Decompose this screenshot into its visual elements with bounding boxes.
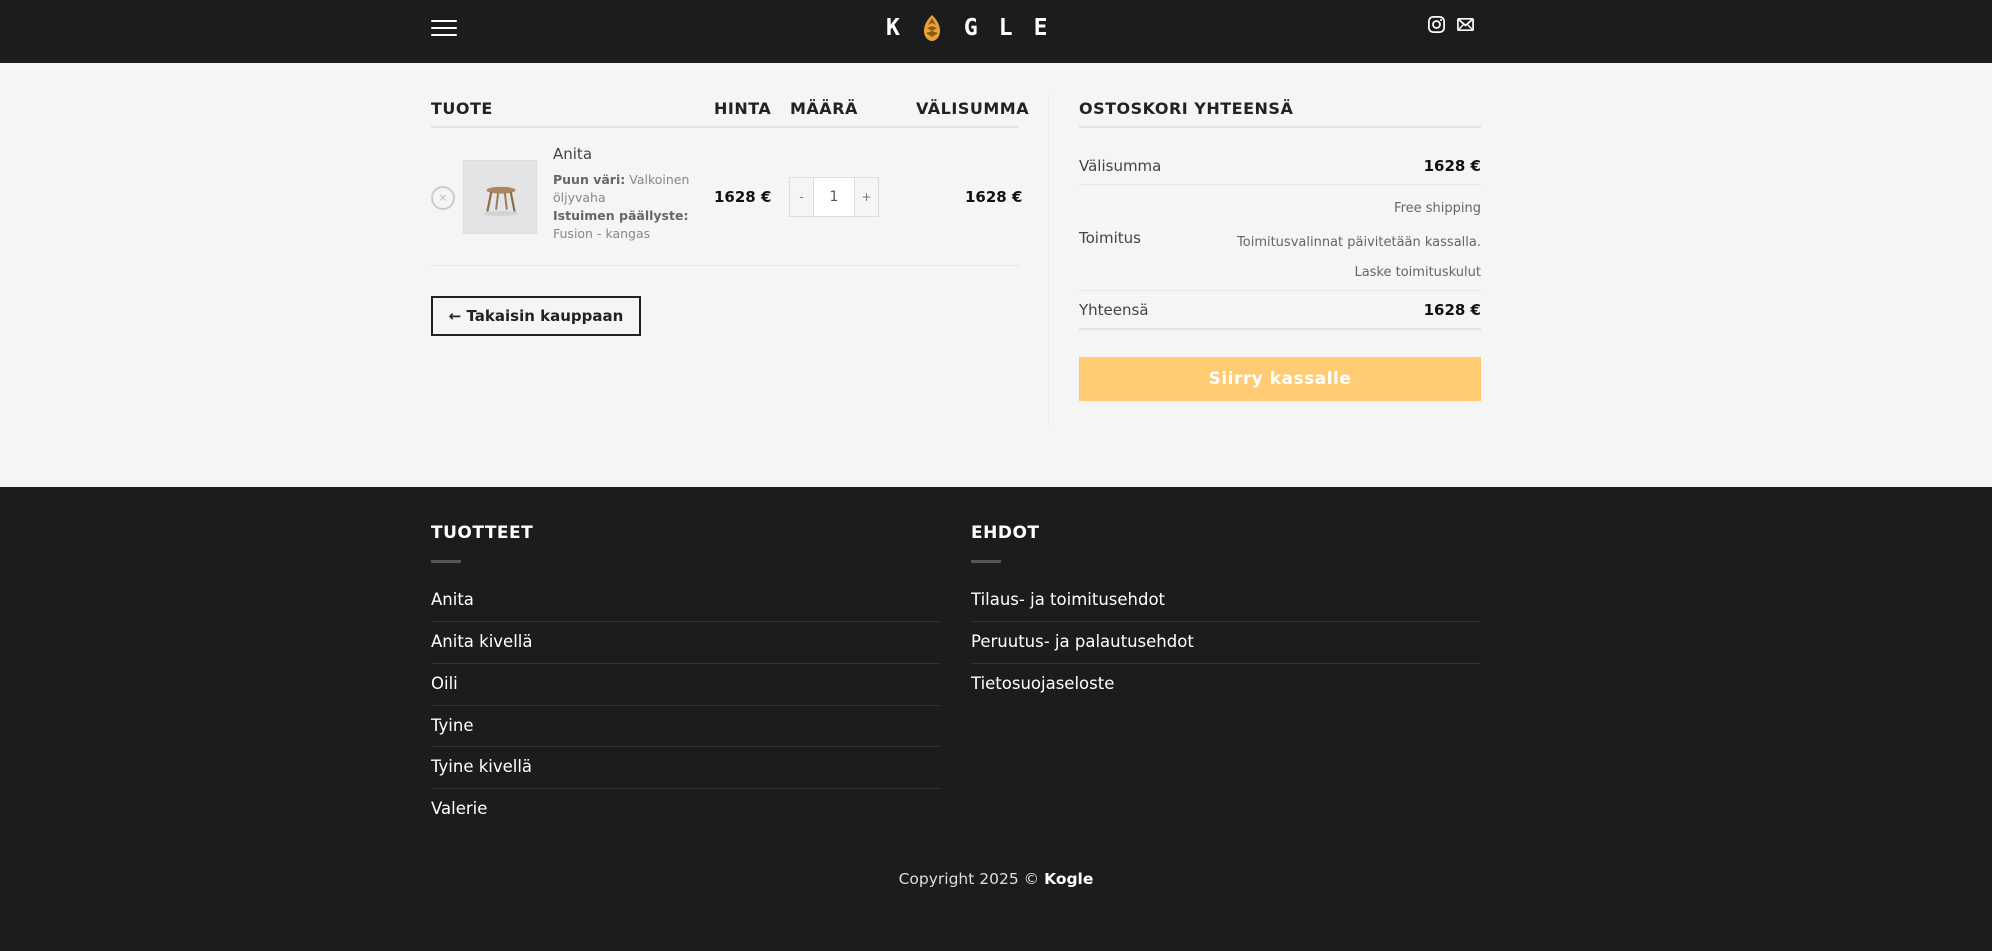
footer-link-divider — [431, 621, 940, 622]
footer-link-divider — [431, 705, 940, 706]
column-header-price: HINTA — [714, 99, 772, 118]
product-variation: Puun väri: Valkoinen öljyvaha Istuimen p… — [553, 172, 690, 241]
site-logo[interactable]: K G L E — [886, 13, 1047, 43]
copyright-prefix: Copyright 2025 © — [898, 870, 1040, 888]
item-subtotal: 1628 € — [965, 188, 1023, 206]
hamburger-icon-bar — [431, 20, 457, 22]
totals-row-divider — [1079, 184, 1481, 185]
item-price: 1628 € — [714, 188, 772, 206]
footer-link-privacy-policy[interactable]: Tietosuojaseloste — [971, 674, 1114, 693]
hamburger-icon-bar — [431, 27, 457, 29]
column-header-quantity: MÄÄRÄ — [790, 99, 858, 118]
footer-link-divider — [431, 663, 940, 664]
totals-bottom-divider — [1079, 328, 1481, 330]
footer-products-heading: TUOTTEET — [431, 523, 534, 543]
shipping-method-free: Free shipping — [1394, 201, 1481, 216]
shipping-label: Toimitus — [1079, 229, 1141, 247]
footer-link-valerie[interactable]: Valerie — [431, 799, 487, 818]
totals-header-divider — [1079, 126, 1481, 128]
variation-label-wood-color: Puun väri — [553, 172, 621, 187]
back-to-shop-button[interactable]: ← Takaisin kauppaan — [431, 296, 641, 336]
footer-heading-underline — [431, 560, 461, 563]
footer-link-return-terms[interactable]: Peruutus- ja palautusehdot — [971, 632, 1194, 651]
footer-link-order-terms[interactable]: Tilaus- ja toimitusehdot — [971, 590, 1165, 609]
copyright-text: Copyright 2025 © Kogle — [0, 870, 1992, 888]
quantity-input[interactable]: 1 — [814, 177, 854, 217]
quantity-increase-button[interactable]: + — [854, 177, 879, 217]
footer-link-divider — [971, 621, 1481, 622]
footer-link-tyine[interactable]: Tyine — [431, 716, 473, 735]
product-name-link[interactable]: Anita — [553, 145, 592, 163]
column-header-product: TUOTE — [431, 99, 493, 118]
footer-link-oili[interactable]: Oili — [431, 674, 458, 693]
quantity-decrease-button[interactable]: - — [789, 177, 814, 217]
footer-link-divider — [431, 788, 940, 789]
footer-link-divider — [431, 746, 940, 747]
cart-row-divider — [431, 265, 1019, 266]
quantity-stepper: - 1 + — [789, 177, 879, 217]
remove-item-button[interactable]: × — [431, 186, 455, 210]
pine-cone-logo-icon — [923, 15, 940, 41]
footer-heading-underline — [971, 560, 1001, 563]
column-header-subtotal: VÄLISUMMA — [916, 99, 1030, 118]
subtotal-label: Välisumma — [1079, 157, 1162, 175]
product-thumbnail[interactable] — [463, 160, 537, 234]
site-header: K G L E — [0, 0, 1992, 63]
table-header-divider — [431, 126, 1019, 128]
footer-link-divider — [971, 663, 1481, 664]
variation-value-seat-cover: Fusion - kangas — [553, 226, 651, 241]
calculate-shipping-link[interactable]: Laske toimituskulut — [1354, 265, 1481, 280]
logo-letter-g: G — [963, 15, 978, 41]
cart-totals-heading: OSTOSKORI YHTEENSÄ — [1079, 99, 1294, 118]
envelope-icon[interactable] — [1456, 15, 1475, 34]
footer-terms-heading: EHDOT — [971, 523, 1040, 543]
variation-label-seat-cover: Istuimen päällyste — [553, 208, 684, 223]
copyright-brand: Kogle — [1044, 870, 1094, 888]
social-links — [1427, 15, 1475, 34]
total-label: Yhteensä — [1079, 301, 1149, 319]
column-divider — [1048, 95, 1049, 427]
footer-link-anita-kivella[interactable]: Anita kivellä — [431, 632, 533, 651]
instagram-icon[interactable] — [1427, 15, 1446, 34]
logo-letter-l: L — [998, 15, 1013, 41]
totals-row-divider — [1079, 290, 1481, 291]
logo-letter-k: K — [886, 15, 900, 41]
footer-link-anita[interactable]: Anita — [431, 590, 474, 609]
shipping-note: Toimitusvalinnat päivitetään kassalla. — [1237, 235, 1481, 250]
logo-letter-e: E — [1033, 15, 1048, 41]
proceed-to-checkout-button[interactable]: Siirry kassalle — [1079, 357, 1481, 401]
total-value: 1628 € — [1423, 301, 1481, 319]
hamburger-icon-bar — [431, 34, 457, 36]
subtotal-value: 1628 € — [1423, 157, 1481, 175]
hamburger-menu-button[interactable] — [431, 17, 457, 39]
footer-link-tyine-kivella[interactable]: Tyine kivellä — [431, 757, 532, 776]
